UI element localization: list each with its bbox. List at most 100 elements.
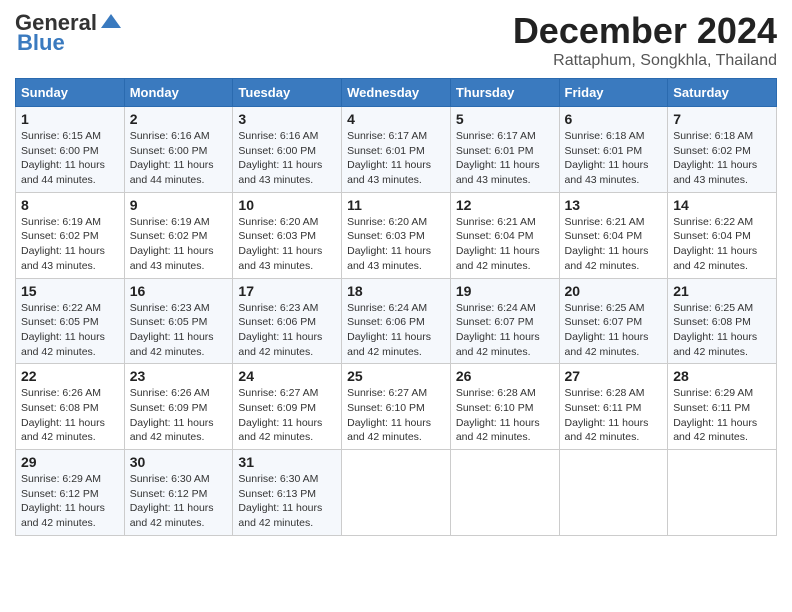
header-day-tuesday: Tuesday [233, 79, 342, 107]
calendar-cell: 2Sunrise: 6:16 AMSunset: 6:00 PMDaylight… [124, 107, 233, 193]
logo: General Blue [15, 10, 121, 56]
calendar-cell: 11 Sunrise: 6:20 AMSunset: 6:03 PMDayligh… [342, 192, 451, 278]
day-info: Sunrise: 6:18 AMSunset: 6:02 PMDaylight:… [673, 129, 771, 188]
day-number: 2 [130, 111, 228, 127]
calendar-cell: 31 Sunrise: 6:30 AMSunset: 6:13 PMDayligh… [233, 450, 342, 536]
calendar-cell: 15 Sunrise: 6:22 AMSunset: 6:05 PMDayligh… [16, 278, 125, 364]
calendar-header-row: SundayMondayTuesdayWednesdayThursdayFrid… [16, 79, 777, 107]
calendar-cell: 29 Sunrise: 6:29 AMSunset: 6:12 PMDayligh… [16, 450, 125, 536]
day-number: 31 [238, 454, 336, 470]
day-number: 24 [238, 368, 336, 384]
calendar-cell: 23 Sunrise: 6:26 AMSunset: 6:09 PMDayligh… [124, 364, 233, 450]
calendar-cell: 26 Sunrise: 6:28 AMSunset: 6:10 PMDayligh… [450, 364, 559, 450]
day-info: Sunrise: 6:19 AMSunset: 6:02 PMDaylight:… [21, 215, 119, 274]
day-number: 13 [565, 197, 663, 213]
calendar-cell: 9 Sunrise: 6:19 AMSunset: 6:02 PMDaylight… [124, 192, 233, 278]
calendar-cell: 1 Sunrise: 6:15 AMSunset: 6:00 PMDaylight… [16, 107, 125, 193]
day-number: 18 [347, 283, 445, 299]
week-row-1: 1 Sunrise: 6:15 AMSunset: 6:00 PMDaylight… [16, 107, 777, 193]
day-info: Sunrise: 6:20 AMSunset: 6:03 PMDaylight:… [238, 215, 336, 274]
day-info: Sunrise: 6:19 AMSunset: 6:02 PMDaylight:… [130, 215, 228, 274]
day-number: 28 [673, 368, 771, 384]
day-info: Sunrise: 6:29 AMSunset: 6:12 PMDaylight:… [21, 472, 119, 531]
day-info: Sunrise: 6:16 AMSunset: 6:00 PMDaylight:… [238, 129, 336, 188]
calendar-cell: 13 Sunrise: 6:21 AMSunset: 6:04 PMDayligh… [559, 192, 668, 278]
day-number: 11 [347, 197, 445, 213]
day-number: 7 [673, 111, 771, 127]
day-info: Sunrise: 6:22 AMSunset: 6:04 PMDaylight:… [673, 215, 771, 274]
day-info: Sunrise: 6:26 AMSunset: 6:09 PMDaylight:… [130, 386, 228, 445]
main-title: December 2024 [513, 10, 777, 52]
day-number: 30 [130, 454, 228, 470]
calendar-cell: 24 Sunrise: 6:27 AMSunset: 6:09 PMDayligh… [233, 364, 342, 450]
calendar-cell: 7 Sunrise: 6:18 AMSunset: 6:02 PMDaylight… [668, 107, 777, 193]
day-info: Sunrise: 6:30 AMSunset: 6:13 PMDaylight:… [238, 472, 336, 531]
day-number: 9 [130, 197, 228, 213]
calendar-cell: 5Sunrise: 6:17 AMSunset: 6:01 PMDaylight… [450, 107, 559, 193]
header-day-wednesday: Wednesday [342, 79, 451, 107]
day-number: 26 [456, 368, 554, 384]
title-block: December 2024 Rattaphum, Songkhla, Thail… [513, 10, 777, 70]
header-day-monday: Monday [124, 79, 233, 107]
calendar-cell: 20 Sunrise: 6:25 AMSunset: 6:07 PMDayligh… [559, 278, 668, 364]
calendar-cell: 19 Sunrise: 6:24 AMSunset: 6:07 PMDayligh… [450, 278, 559, 364]
subtitle: Rattaphum, Songkhla, Thailand [513, 52, 777, 70]
day-info: Sunrise: 6:15 AMSunset: 6:00 PMDaylight:… [21, 129, 119, 188]
day-number: 25 [347, 368, 445, 384]
calendar-cell: 27 Sunrise: 6:28 AMSunset: 6:11 PMDayligh… [559, 364, 668, 450]
calendar-cell: 10 Sunrise: 6:20 AMSunset: 6:03 PMDayligh… [233, 192, 342, 278]
day-number: 15 [21, 283, 119, 299]
day-number: 5 [456, 111, 554, 127]
week-row-4: 22Sunrise: 6:26 AMSunset: 6:08 PMDayligh… [16, 364, 777, 450]
day-info: Sunrise: 6:21 AMSunset: 6:04 PMDaylight:… [565, 215, 663, 274]
day-number: 23 [130, 368, 228, 384]
day-info: Sunrise: 6:20 AMSunset: 6:03 PMDaylight:… [347, 215, 445, 274]
day-number: 10 [238, 197, 336, 213]
week-row-3: 15 Sunrise: 6:22 AMSunset: 6:05 PMDayligh… [16, 278, 777, 364]
logo-icon [99, 10, 121, 32]
header-day-saturday: Saturday [668, 79, 777, 107]
calendar-cell [342, 450, 451, 536]
calendar-cell: 28 Sunrise: 6:29 AMSunset: 6:11 PMDayligh… [668, 364, 777, 450]
calendar-cell [450, 450, 559, 536]
day-info: Sunrise: 6:22 AMSunset: 6:05 PMDaylight:… [21, 301, 119, 360]
week-row-2: 8 Sunrise: 6:19 AMSunset: 6:02 PMDaylight… [16, 192, 777, 278]
header-day-friday: Friday [559, 79, 668, 107]
day-number: 14 [673, 197, 771, 213]
day-info: Sunrise: 6:26 AMSunset: 6:08 PMDaylight:… [21, 386, 119, 445]
calendar-cell: 21Sunrise: 6:25 AMSunset: 6:08 PMDayligh… [668, 278, 777, 364]
calendar-cell: 18Sunrise: 6:24 AMSunset: 6:06 PMDayligh… [342, 278, 451, 364]
day-number: 17 [238, 283, 336, 299]
calendar-cell [559, 450, 668, 536]
day-number: 6 [565, 111, 663, 127]
calendar-cell: 8 Sunrise: 6:19 AMSunset: 6:02 PMDaylight… [16, 192, 125, 278]
day-info: Sunrise: 6:28 AMSunset: 6:10 PMDaylight:… [456, 386, 554, 445]
header-day-thursday: Thursday [450, 79, 559, 107]
calendar-cell: 4 Sunrise: 6:17 AMSunset: 6:01 PMDaylight… [342, 107, 451, 193]
day-info: Sunrise: 6:25 AMSunset: 6:08 PMDaylight:… [673, 301, 771, 360]
calendar-cell: 3Sunrise: 6:16 AMSunset: 6:00 PMDaylight… [233, 107, 342, 193]
day-info: Sunrise: 6:29 AMSunset: 6:11 PMDaylight:… [673, 386, 771, 445]
day-number: 1 [21, 111, 119, 127]
calendar-cell: 22Sunrise: 6:26 AMSunset: 6:08 PMDayligh… [16, 364, 125, 450]
day-number: 29 [21, 454, 119, 470]
day-number: 8 [21, 197, 119, 213]
calendar-cell [668, 450, 777, 536]
day-info: Sunrise: 6:28 AMSunset: 6:11 PMDaylight:… [565, 386, 663, 445]
day-info: Sunrise: 6:27 AMSunset: 6:09 PMDaylight:… [238, 386, 336, 445]
day-info: Sunrise: 6:23 AMSunset: 6:05 PMDaylight:… [130, 301, 228, 360]
day-info: Sunrise: 6:25 AMSunset: 6:07 PMDaylight:… [565, 301, 663, 360]
day-number: 27 [565, 368, 663, 384]
week-row-5: 29 Sunrise: 6:29 AMSunset: 6:12 PMDayligh… [16, 450, 777, 536]
day-info: Sunrise: 6:17 AMSunset: 6:01 PMDaylight:… [347, 129, 445, 188]
day-info: Sunrise: 6:18 AMSunset: 6:01 PMDaylight:… [565, 129, 663, 188]
day-info: Sunrise: 6:27 AMSunset: 6:10 PMDaylight:… [347, 386, 445, 445]
header-day-sunday: Sunday [16, 79, 125, 107]
day-number: 20 [565, 283, 663, 299]
day-info: Sunrise: 6:24 AMSunset: 6:07 PMDaylight:… [456, 301, 554, 360]
calendar-cell: 17Sunrise: 6:23 AMSunset: 6:06 PMDayligh… [233, 278, 342, 364]
header: General Blue December 2024 Rattaphum, So… [15, 10, 777, 70]
calendar-cell: 12Sunrise: 6:21 AMSunset: 6:04 PMDayligh… [450, 192, 559, 278]
day-number: 4 [347, 111, 445, 127]
day-number: 19 [456, 283, 554, 299]
